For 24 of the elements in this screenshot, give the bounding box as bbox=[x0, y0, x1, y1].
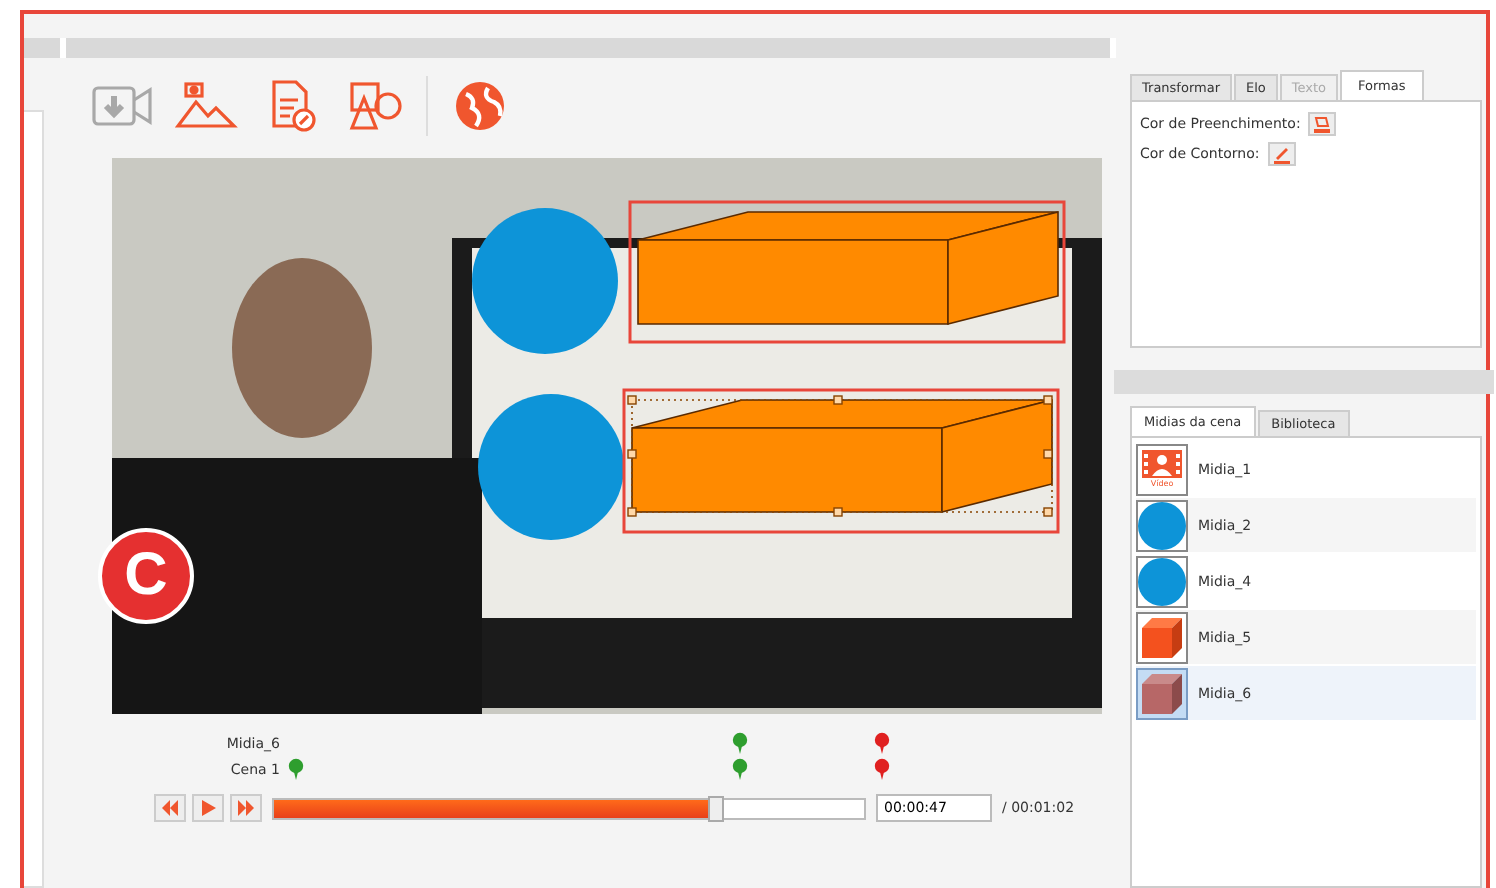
marker-pin-icon[interactable] bbox=[874, 732, 890, 754]
marker-pin-icon[interactable] bbox=[874, 758, 890, 780]
cube-thumbnail bbox=[1140, 671, 1184, 715]
marker-pin-icon[interactable] bbox=[288, 758, 304, 780]
fill-color-button[interactable] bbox=[1308, 112, 1337, 136]
play-icon bbox=[198, 800, 218, 816]
rewind-icon bbox=[160, 800, 180, 816]
circle-thumbnail bbox=[1138, 501, 1186, 549]
circle-thumbnail bbox=[1138, 557, 1186, 605]
film-person-icon bbox=[1142, 450, 1182, 478]
stroke-color-button[interactable] bbox=[1267, 142, 1296, 166]
fast-forward-button[interactable] bbox=[230, 794, 262, 822]
marker-pin-icon[interactable] bbox=[732, 732, 748, 754]
box-shape[interactable] bbox=[622, 388, 1060, 534]
fast-forward-icon bbox=[236, 800, 256, 816]
marker-pin-icon[interactable] bbox=[732, 758, 748, 780]
progress-handle[interactable] bbox=[708, 795, 725, 821]
landscape-image-icon[interactable] bbox=[174, 78, 238, 134]
header-bar bbox=[24, 38, 60, 58]
progress-track[interactable] bbox=[272, 797, 866, 819]
box-shape[interactable] bbox=[628, 200, 1066, 344]
rewind-button[interactable] bbox=[154, 794, 186, 822]
play-button[interactable] bbox=[192, 794, 224, 822]
cube-thumbnail bbox=[1140, 615, 1184, 659]
